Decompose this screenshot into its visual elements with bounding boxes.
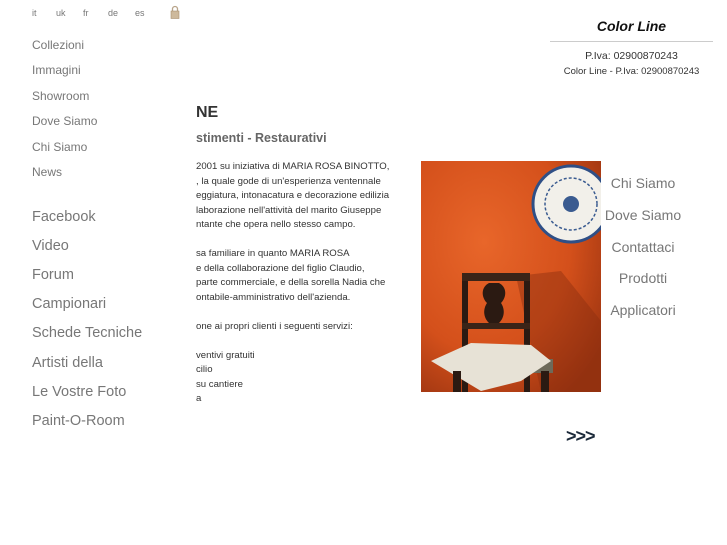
intro-line: one ai propri clienti i seguenti servizi… xyxy=(196,320,353,332)
intro-line: sa familiare in quanto MARIA ROSA xyxy=(196,248,350,259)
page-subtitle: stimenti - Restaurativi xyxy=(196,131,327,145)
more-arrows-link[interactable]: >>> xyxy=(566,426,596,447)
menu-item-news[interactable]: News xyxy=(32,165,62,179)
language-it[interactable]: it xyxy=(32,8,37,18)
page-title: NE xyxy=(196,104,219,121)
right-menu-applicatori[interactable]: Applicatori xyxy=(599,302,687,318)
divider xyxy=(550,41,713,42)
menu-item-facebook[interactable]: Facebook xyxy=(32,209,96,225)
language-uk[interactable]: uk xyxy=(56,8,66,18)
intro-line: ontabile-amministrativo dell'azienda. xyxy=(196,291,351,303)
intro-line: parte commerciale, e della sorella Nadia… xyxy=(196,277,386,288)
language-fr[interactable]: fr xyxy=(83,8,89,18)
menu-item-forum[interactable]: Forum xyxy=(32,267,74,283)
intro-line: eggiatura, intonacatura e decorazione ed… xyxy=(196,190,390,201)
chair-plate-photo xyxy=(421,161,601,392)
language-es[interactable]: es xyxy=(135,8,145,18)
menu-item-chi-siamo[interactable]: Chi Siamo xyxy=(32,140,87,154)
vat-number-full: Color Line - P.Iva: 02900870243 xyxy=(563,66,700,77)
right-menu-prodotti[interactable]: Prodotti xyxy=(599,270,687,286)
intro-line: 2001 su iniziativa di MARIA ROSA BINOTTO… xyxy=(196,161,390,172)
intro-line: a xyxy=(196,393,202,404)
intro-line: ventivi gratuiti xyxy=(196,349,255,361)
menu-item-showroom[interactable]: Showroom xyxy=(32,89,89,103)
intro-line: ntante che opera nello stesso campo. xyxy=(196,219,356,230)
menu-item-collezioni[interactable]: Collezioni xyxy=(32,38,84,52)
right-menu-dove-siamo[interactable]: Dove Siamo xyxy=(599,207,687,223)
brand-name: Color Line xyxy=(596,18,667,34)
intro-line: , la quale gode di un'esperienza ventenn… xyxy=(196,175,381,187)
menu-item-schede-tecniche[interactable]: Schede Tecniche xyxy=(32,325,142,341)
intro-line: e della collaborazione del figlio Claudi… xyxy=(196,262,365,274)
intro-line: cilio xyxy=(196,364,213,375)
intro-line: su cantiere xyxy=(196,378,243,390)
menu-item-dove-siamo[interactable]: Dove Siamo xyxy=(32,114,97,128)
menu-item-artisti-della[interactable]: Artisti della xyxy=(32,355,103,371)
vat-number: P.Iva: 02900870243 xyxy=(585,50,678,62)
menu-item-le-vostre-foto[interactable]: Le Vostre Foto xyxy=(32,384,126,400)
right-menu-contattaci[interactable]: Contattaci xyxy=(599,239,687,255)
menu-item-paint-o-room[interactable]: Paint-O-Room xyxy=(32,413,125,429)
menu-item-video[interactable]: Video xyxy=(32,238,69,254)
right-menu-chi-siamo[interactable]: Chi Siamo xyxy=(599,175,687,191)
menu-item-campionari[interactable]: Campionari xyxy=(32,296,106,312)
language-de[interactable]: de xyxy=(108,8,118,18)
menu-item-immagini[interactable]: Immagini xyxy=(32,63,81,77)
padlock-icon[interactable] xyxy=(170,5,180,19)
intro-line: laborazione nell'attività del marito Giu… xyxy=(196,204,382,216)
